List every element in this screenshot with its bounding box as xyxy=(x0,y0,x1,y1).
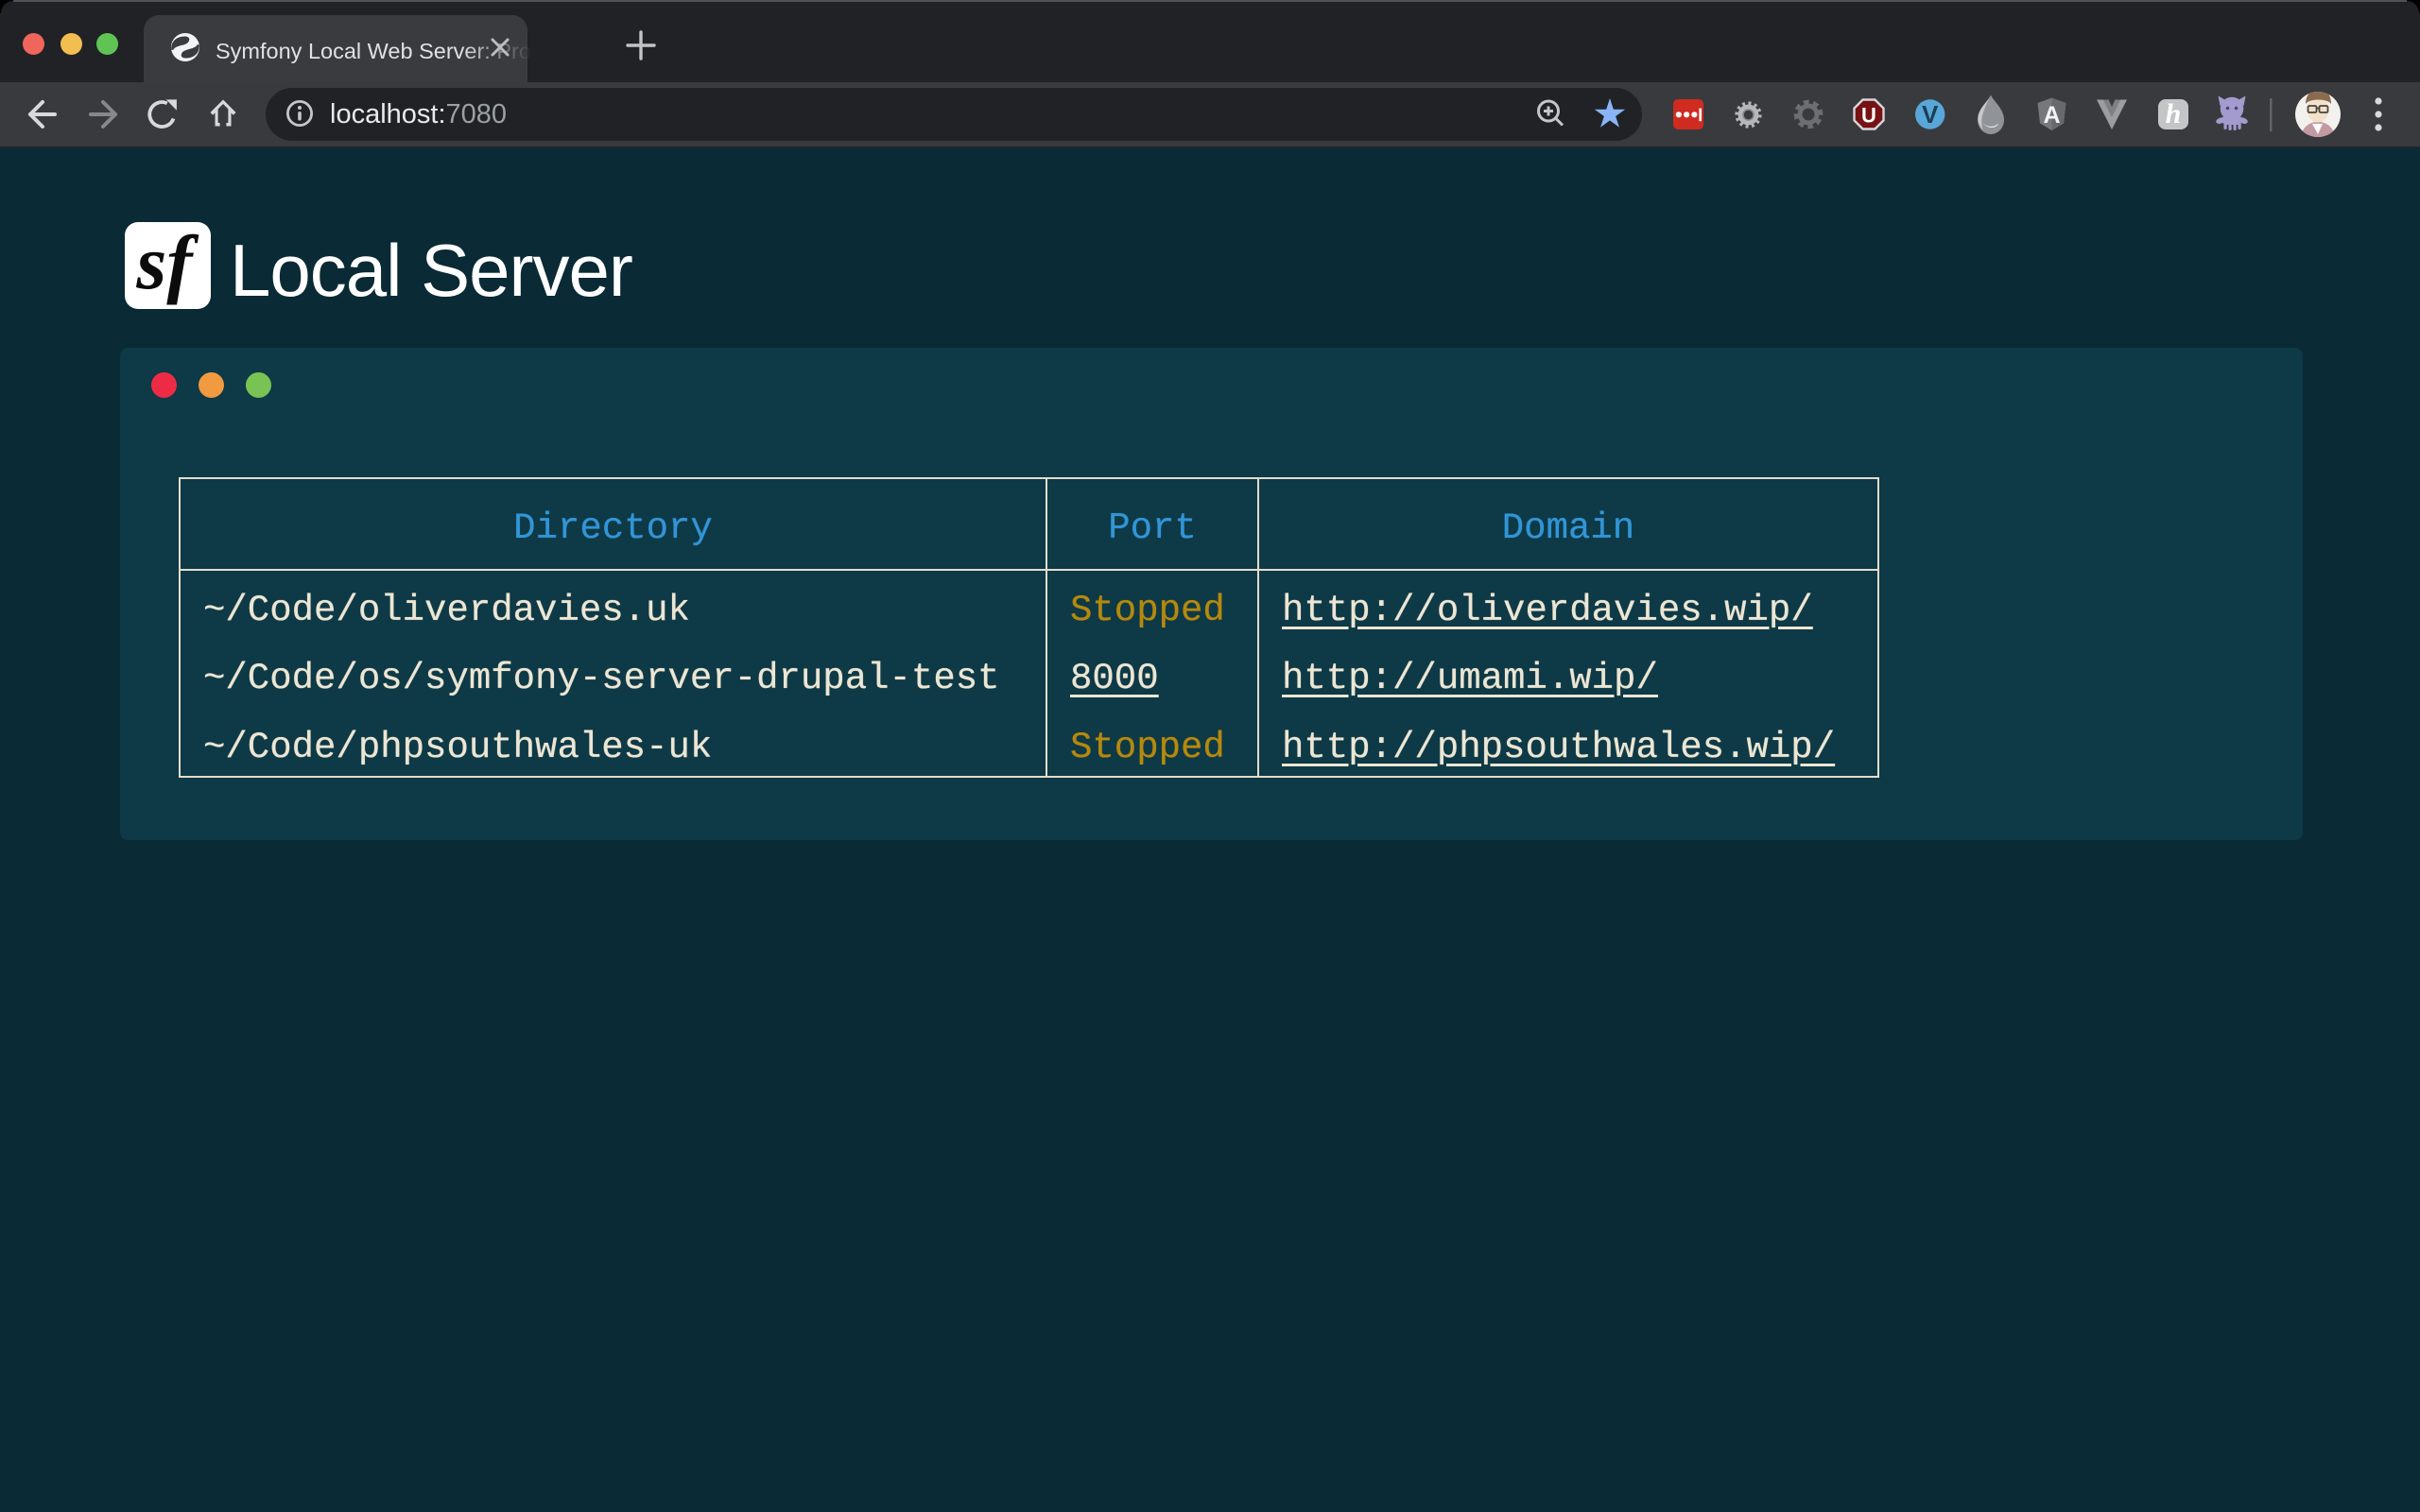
svg-text:A: A xyxy=(2043,102,2060,129)
svg-text:h: h xyxy=(2166,98,2182,129)
svg-text:V: V xyxy=(1922,100,1939,129)
svg-text:U: U xyxy=(1861,104,1876,128)
